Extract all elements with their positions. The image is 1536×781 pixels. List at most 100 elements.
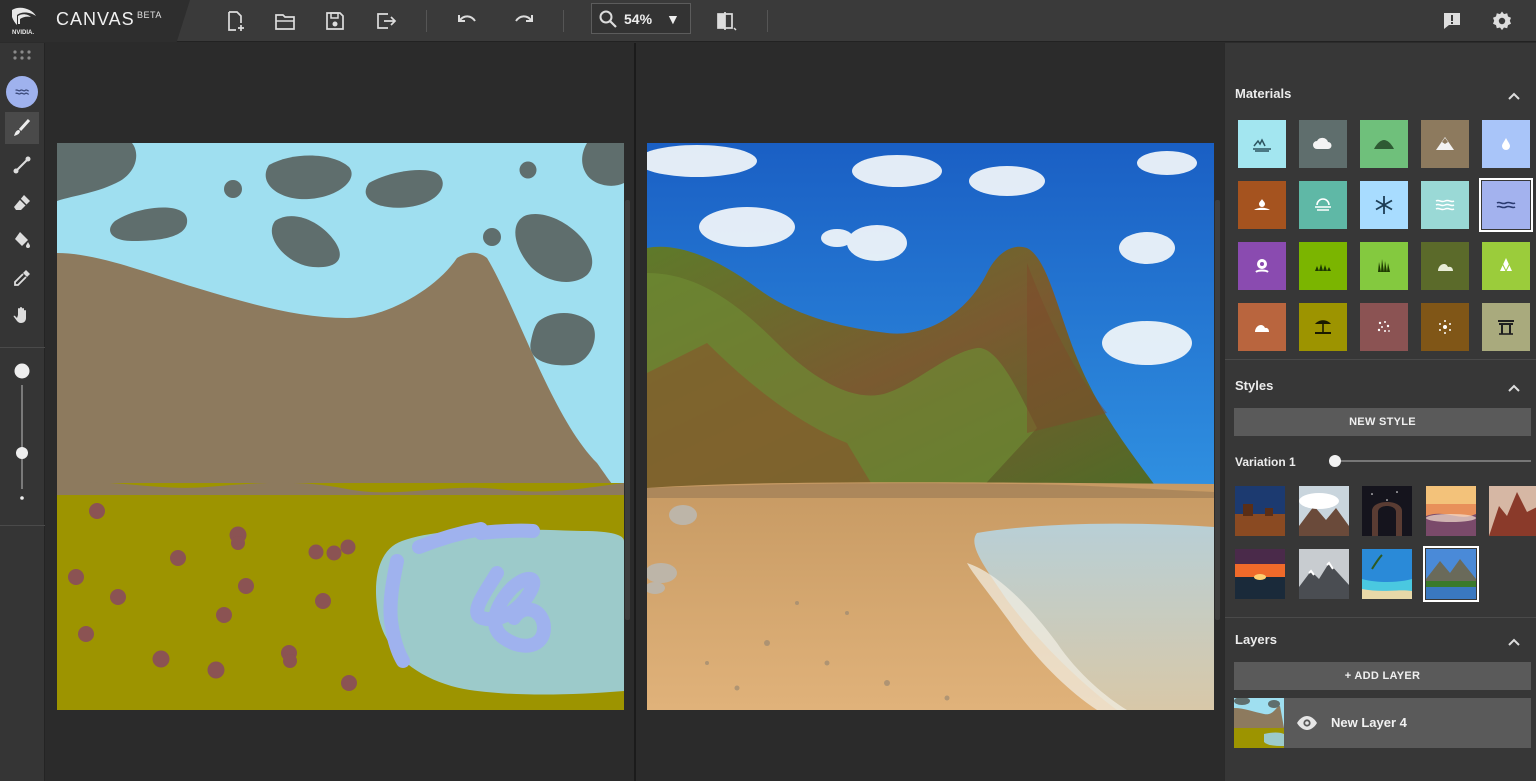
paint-bucket-tool[interactable] xyxy=(5,224,39,256)
beta-badge: BETA xyxy=(137,10,162,20)
style-thumb-cloudy-peaks[interactable] xyxy=(1299,486,1349,536)
material-fog[interactable] xyxy=(1299,181,1347,229)
compare-view-icon xyxy=(717,12,737,31)
material-bush[interactable] xyxy=(1421,242,1469,290)
material-dirt[interactable] xyxy=(1238,181,1286,229)
material-sea[interactable] xyxy=(1238,120,1286,168)
eraser-icon xyxy=(14,195,30,210)
variation-label: Variation 1 xyxy=(1235,455,1296,469)
output-scrollbar[interactable] xyxy=(1215,200,1220,620)
new-style-button[interactable]: NEW STYLE xyxy=(1234,408,1531,436)
sea-icon xyxy=(1253,138,1271,152)
new-file-button[interactable] xyxy=(221,7,249,35)
material-mountain[interactable] xyxy=(1421,120,1469,168)
style-thumb-alpine-lake[interactable] xyxy=(1423,546,1479,602)
redo-button[interactable] xyxy=(510,7,538,35)
feedback-icon xyxy=(1444,13,1460,29)
zoom-value: 54% xyxy=(624,10,653,27)
style-thumb-desert-mesa[interactable] xyxy=(1235,486,1285,536)
material-stone[interactable] xyxy=(1421,303,1469,351)
variation-slider-knob[interactable] xyxy=(1329,455,1341,467)
material-cloud[interactable] xyxy=(1299,120,1347,168)
material-sand[interactable] xyxy=(1299,303,1347,351)
material-grass[interactable] xyxy=(1299,242,1347,290)
layer-name: New Layer 4 xyxy=(1331,715,1407,730)
gravel-icon xyxy=(1377,321,1390,332)
bridge-icon xyxy=(1498,320,1514,335)
canvas-scrollbar[interactable] xyxy=(625,200,630,620)
settings-button[interactable] xyxy=(1488,7,1516,35)
toolbar-separator xyxy=(563,10,564,32)
material-bridge[interactable] xyxy=(1482,303,1530,351)
compare-view-button[interactable] xyxy=(712,7,740,35)
paint-bucket-icon xyxy=(15,232,30,248)
brush-size-slider[interactable] xyxy=(12,361,32,501)
chevron-up-icon[interactable] xyxy=(1506,380,1522,396)
material-snow[interactable] xyxy=(1360,181,1408,229)
tool-divider xyxy=(0,525,45,526)
chevron-up-icon[interactable] xyxy=(1506,88,1522,104)
search-icon xyxy=(599,10,617,28)
material-flower[interactable] xyxy=(1238,242,1286,290)
save-button[interactable] xyxy=(321,7,349,35)
add-layer-button[interactable]: + ADD LAYER xyxy=(1234,662,1531,690)
eyedropper-tool[interactable] xyxy=(5,262,39,294)
material-hill[interactable] xyxy=(1360,120,1408,168)
toolbar-separator xyxy=(767,10,768,32)
line-tool[interactable] xyxy=(5,149,39,181)
open-folder-icon xyxy=(275,14,295,30)
style-thumb-ocean-sunset[interactable] xyxy=(1235,549,1285,599)
chevron-up-icon[interactable] xyxy=(1506,634,1522,650)
export-icon xyxy=(377,13,397,29)
material-water[interactable] xyxy=(1479,178,1533,232)
eye-visibility-icon[interactable] xyxy=(1296,713,1318,733)
hill-icon xyxy=(1374,140,1394,149)
hand-icon xyxy=(13,307,26,323)
zoom-dropdown[interactable]: 54% ▼ xyxy=(591,3,691,34)
drag-grip-icon[interactable] xyxy=(12,49,32,61)
layer-thumbnail xyxy=(1234,698,1284,748)
undo-button[interactable] xyxy=(453,7,481,35)
split-divider[interactable] xyxy=(634,43,636,781)
mountain-icon xyxy=(1436,137,1454,150)
nvidia-logo-text: NVIDIA. xyxy=(12,30,34,36)
paint-brush-tool[interactable] xyxy=(5,112,39,144)
material-tall-grass[interactable] xyxy=(1360,242,1408,290)
open-file-button[interactable] xyxy=(271,7,299,35)
rock-icon xyxy=(1255,325,1269,332)
variation-slider-track[interactable] xyxy=(1335,460,1531,462)
style-thumb-red-rocks[interactable] xyxy=(1489,486,1536,536)
materials-title: Materials xyxy=(1235,86,1292,101)
segmentation-canvas[interactable] xyxy=(57,143,624,710)
material-gravel[interactable] xyxy=(1360,303,1408,351)
right-panel: Materials Styles NEW STYLE Variation 1 L… xyxy=(1224,43,1536,781)
material-rain[interactable] xyxy=(1482,120,1530,168)
material-tree[interactable] xyxy=(1482,242,1530,290)
eyedropper-icon xyxy=(14,270,30,286)
water-icon xyxy=(15,89,30,95)
stone-icon xyxy=(1439,320,1451,334)
undo-icon xyxy=(458,15,476,22)
style-thumb-night-arch[interactable] xyxy=(1362,486,1412,536)
tall-grass-icon xyxy=(1378,259,1390,272)
dirt-icon xyxy=(1254,199,1270,210)
style-thumb-misty-sunrise[interactable] xyxy=(1426,486,1476,536)
droplet-icon xyxy=(1502,138,1510,150)
generated-landscape-output xyxy=(647,143,1214,710)
brand-area: NVIDIA. CANVAS BETA xyxy=(0,0,190,42)
canvas-app: NVIDIA. CANVAS BETA 54% ▼ Materials Styl… xyxy=(0,0,1536,781)
app-title: CANVAS xyxy=(56,9,135,29)
settings-gear-icon xyxy=(1493,11,1511,31)
layers-title: Layers xyxy=(1235,632,1277,647)
top-toolbar: NVIDIA. CANVAS BETA 54% ▼ xyxy=(0,0,1536,42)
pan-hand-tool[interactable] xyxy=(5,299,39,331)
export-button[interactable] xyxy=(372,7,400,35)
eraser-tool[interactable] xyxy=(5,187,39,219)
material-rock[interactable] xyxy=(1238,303,1286,351)
material-river[interactable] xyxy=(1421,181,1469,229)
style-thumb-snowy-mountains[interactable] xyxy=(1299,549,1349,599)
feedback-button[interactable] xyxy=(1438,7,1466,35)
active-material-swatch[interactable] xyxy=(6,76,38,108)
style-thumb-tropical-beach[interactable] xyxy=(1362,549,1412,599)
layer-item[interactable]: New Layer 4 xyxy=(1234,698,1531,748)
